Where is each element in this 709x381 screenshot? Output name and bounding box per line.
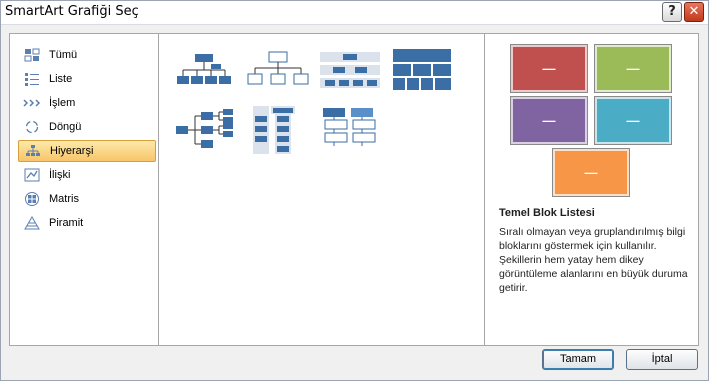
preview-dash: — xyxy=(542,113,556,128)
preview-dash: — xyxy=(626,61,640,76)
category-label: Piramit xyxy=(49,217,84,229)
layout-horizontal-org-chart[interactable] xyxy=(173,106,235,154)
cancel-button[interactable]: İptal xyxy=(626,349,698,370)
category-label: Tümü xyxy=(49,49,78,61)
ok-button[interactable]: Tamam xyxy=(542,349,614,370)
title-bar: SmartArt Grafiği Seç ? ✕ xyxy=(1,1,708,25)
cycle-icon xyxy=(23,119,41,135)
category-hierarchy[interactable]: Hiyerarşi xyxy=(18,140,156,162)
layout-labeled-hierarchy[interactable] xyxy=(319,106,381,154)
category-pyramid[interactable]: Piramit xyxy=(18,212,156,234)
layout-title: Temel Blok Listesi xyxy=(499,207,595,219)
preview-dash: — xyxy=(626,113,640,128)
category-label: İşlem xyxy=(49,97,76,109)
layout-horizontal-hierarchy[interactable] xyxy=(319,46,381,94)
category-matrix[interactable]: Matris xyxy=(18,188,156,210)
preview-panel: — — — — — Temel Blok Listesi Sıralı olma… xyxy=(484,33,699,346)
all-icon xyxy=(23,47,41,63)
category-label: Matris xyxy=(49,193,79,205)
layout-name-title-org-chart[interactable] xyxy=(247,46,309,94)
category-label: Döngü xyxy=(49,121,82,133)
layout-organization-chart[interactable] xyxy=(173,46,235,94)
close-button[interactable]: ✕ xyxy=(684,2,704,22)
category-list-item[interactable]: Liste xyxy=(18,68,156,90)
preview-dash: — xyxy=(584,165,598,180)
layout-gallery xyxy=(158,33,485,346)
relationship-icon xyxy=(23,167,41,183)
preview-block-5: — xyxy=(553,149,629,196)
process-icon xyxy=(23,95,41,111)
category-cycle[interactable]: Döngü xyxy=(18,116,156,138)
preview-dash: — xyxy=(542,61,556,76)
layout-hierarchy-list[interactable] xyxy=(391,46,453,94)
category-label: Liste xyxy=(49,73,73,85)
category-label: Hiyerarşi xyxy=(50,145,94,157)
hierarchy-icon xyxy=(24,143,42,159)
matrix-icon xyxy=(23,191,41,207)
preview-block-1: — xyxy=(511,45,587,92)
list-icon xyxy=(23,71,41,87)
preview-block-3: — xyxy=(511,97,587,144)
dialog-title: SmartArt Grafiği Seç xyxy=(5,4,139,19)
layout-vertical-hierarchy[interactable] xyxy=(247,106,309,154)
help-button[interactable]: ? xyxy=(662,2,682,22)
preview-block-2: — xyxy=(595,45,671,92)
layout-description: Sıralı olmayan veya gruplandırılmış bilg… xyxy=(499,226,688,294)
category-process[interactable]: İşlem xyxy=(18,92,156,114)
category-relationship[interactable]: İlişki xyxy=(18,164,156,186)
category-label: İlişki xyxy=(49,169,71,181)
pyramid-icon xyxy=(23,215,41,231)
category-list: Tümü Liste İşlem Döngü Hiyerarşi İlişki … xyxy=(9,33,159,346)
preview-block-4: — xyxy=(595,97,671,144)
smartart-dialog: SmartArt Grafiği Seç ? ✕ Tümü Liste İşle… xyxy=(0,0,709,381)
category-all[interactable]: Tümü xyxy=(18,44,156,66)
